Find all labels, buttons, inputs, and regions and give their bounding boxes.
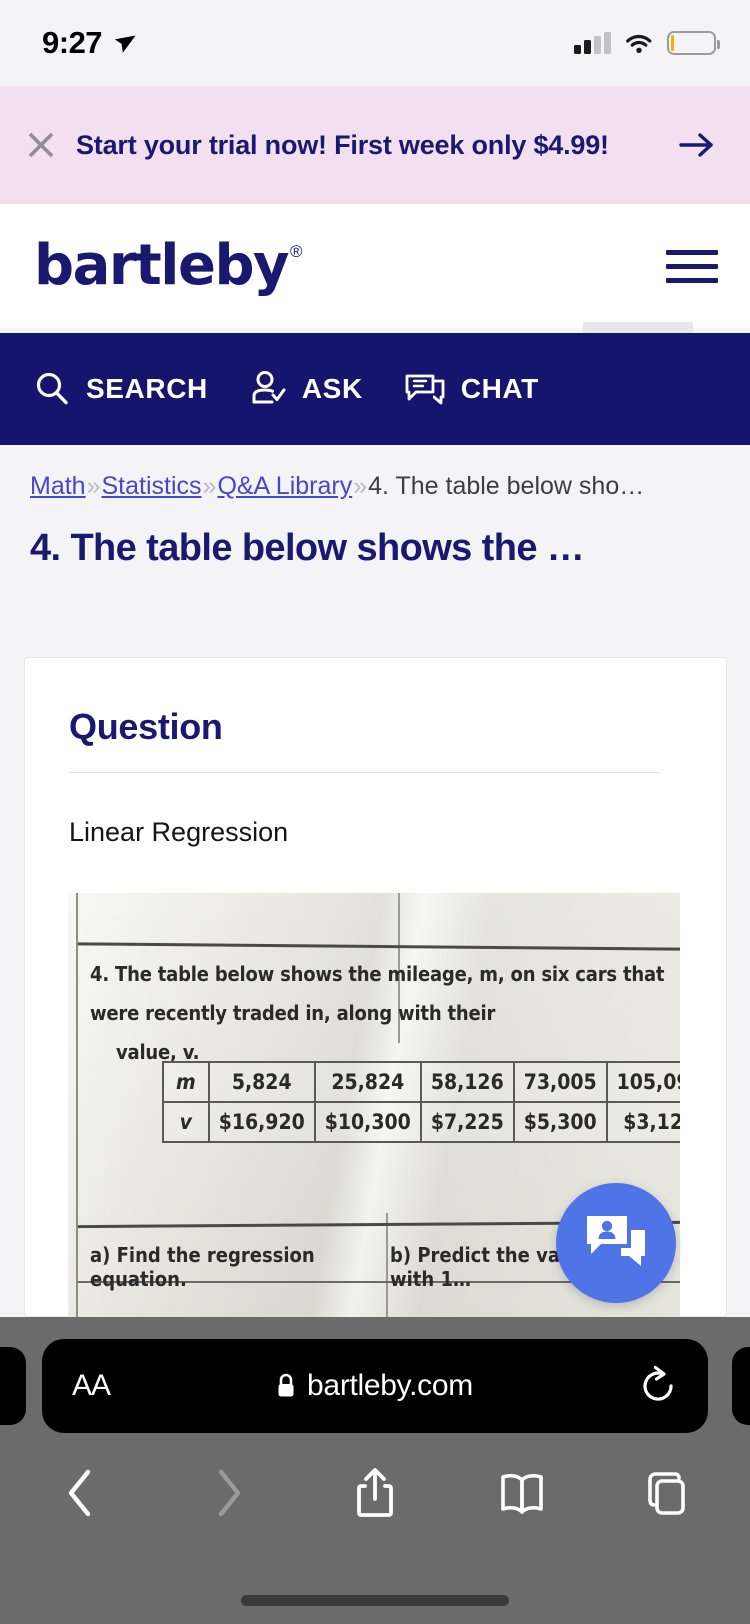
promo-arrow-button[interactable] (670, 125, 724, 165)
status-bar: 9:27 (0, 0, 750, 86)
cell-m-4: 73,005 (512, 1061, 608, 1103)
adjacent-tab-left[interactable] (0, 1347, 26, 1425)
question-subject: Linear Regression (69, 817, 289, 847)
breadcrumb-separator: » (353, 471, 368, 500)
share-icon (357, 1468, 393, 1517)
hamburger-menu-icon[interactable] (666, 249, 718, 283)
question-heading: Question (69, 706, 223, 747)
nav-item-search[interactable]: SEARCH (32, 369, 208, 409)
chat-fab-button[interactable] (556, 1183, 676, 1303)
promo-close-button[interactable] (14, 118, 68, 172)
book-icon (501, 1473, 543, 1514)
breadcrumb: Math » Statistics » Q&A Library » 4. The… (0, 445, 750, 527)
page-title: 4. The table below shows the … (30, 527, 585, 569)
cell-v-4: $5,300 (512, 1101, 608, 1143)
photo-edge-line (76, 893, 78, 1317)
question-card-body: Question Linear Regression (25, 658, 726, 848)
collapsed-element-strip (583, 322, 693, 333)
nav-item-ask[interactable]: ASK (248, 369, 363, 409)
url-display[interactable]: bartleby.com (110, 1369, 638, 1403)
home-indicator (241, 1595, 509, 1606)
cell-v-3: $7,225 (419, 1101, 515, 1143)
nav-item-chat-label: CHAT (460, 373, 539, 404)
breadcrumb-link-math[interactable]: Math (30, 472, 86, 501)
arrow-right-icon (679, 133, 713, 157)
chat-person-bubble-icon (587, 1216, 645, 1266)
cell-v-5: $3,125 (605, 1101, 680, 1143)
registered-mark-icon: ® (290, 242, 303, 261)
chevron-right-icon (218, 1469, 241, 1517)
status-time: 9:27 (42, 25, 103, 60)
divider (69, 772, 661, 773)
nav-item-chat[interactable]: CHAT (403, 369, 539, 409)
search-icon (36, 372, 68, 405)
wifi-icon (626, 34, 652, 53)
breadcrumb-separator: » (86, 471, 101, 500)
nav-item-ask-label: ASK (301, 373, 363, 404)
share-button[interactable] (340, 1458, 410, 1528)
cell-v-1: $16,920 (207, 1101, 316, 1143)
row-label-m: m (162, 1061, 210, 1103)
mobile-screen: 9:27 Start your trial now! First week on… (0, 0, 750, 1624)
cell-m-3: 58,126 (419, 1061, 515, 1103)
text-size-label: AA (72, 1369, 111, 1402)
reload-icon[interactable] (638, 1364, 678, 1408)
status-indicators (574, 31, 720, 55)
browser-bottom-chrome: AA bartleby.com (0, 1317, 750, 1624)
main-nav: SEARCH ASK CHAT (0, 333, 750, 445)
close-x-icon (28, 132, 54, 158)
lock-icon (278, 1373, 294, 1397)
browser-toolbar (0, 1445, 750, 1541)
breadcrumb-separator: » (202, 471, 217, 500)
chevron-left-icon (68, 1469, 91, 1517)
breadcrumb-link-qa-library[interactable]: Q&A Library (217, 472, 352, 501)
cell-m-2: 25,824 (313, 1061, 422, 1103)
problem-data-table: m 5,824 25,824 58,126 73,005 105,092 159… (162, 1061, 680, 1143)
location-arrow-icon (114, 35, 136, 53)
url-text: bartleby.com (307, 1369, 473, 1402)
cellular-signal-icon (574, 32, 611, 54)
back-button[interactable] (46, 1458, 116, 1528)
address-bar[interactable]: AA bartleby.com (42, 1339, 708, 1433)
row-label-v: v (162, 1101, 210, 1143)
battery-low-icon (667, 31, 720, 55)
logo-text: bartleby (34, 233, 290, 298)
bookmarks-button[interactable] (487, 1458, 557, 1528)
cell-m-1: 5,824 (207, 1061, 316, 1103)
adjacent-tab-right[interactable] (732, 1347, 750, 1425)
cell-v-2: $10,300 (313, 1101, 422, 1143)
breadcrumb-link-statistics[interactable]: Statistics (102, 472, 202, 501)
tabs-icon (648, 1472, 685, 1515)
problem-stem: 4. The table below shows the mileage, m,… (90, 955, 675, 1072)
promo-message: Start your trial now! First week only $4… (76, 129, 609, 160)
forward-button[interactable] (193, 1458, 263, 1528)
tabs-button[interactable] (634, 1458, 704, 1528)
nav-item-search-label: SEARCH (86, 373, 208, 404)
status-time-group: 9:27 (42, 25, 137, 61)
photo-rule-line-1 (77, 942, 680, 951)
text-size-button[interactable]: AA (72, 1369, 111, 1403)
table-row-mileage: m 5,824 25,824 58,126 73,005 105,092 159… (162, 1061, 680, 1103)
chat-bubbles-icon (405, 374, 445, 405)
problem-stem-line-1: 4. The table below shows the mileage, m,… (90, 962, 665, 1025)
promo-banner[interactable]: Start your trial now! First week only $4… (0, 86, 750, 204)
site-header: bartleby ® (0, 204, 750, 328)
table-row-value: v $16,920 $10,300 $7,225 $5,300 $3,125 $… (162, 1101, 680, 1143)
problem-part-a: a) Find the regression equation. (90, 1243, 315, 1291)
bartleby-logo[interactable]: bartleby ® (34, 238, 303, 294)
breadcrumb-current: 4. The table below sho… (368, 471, 645, 500)
cell-m-5: 105,092 (605, 1061, 680, 1103)
person-check-icon (252, 371, 286, 404)
